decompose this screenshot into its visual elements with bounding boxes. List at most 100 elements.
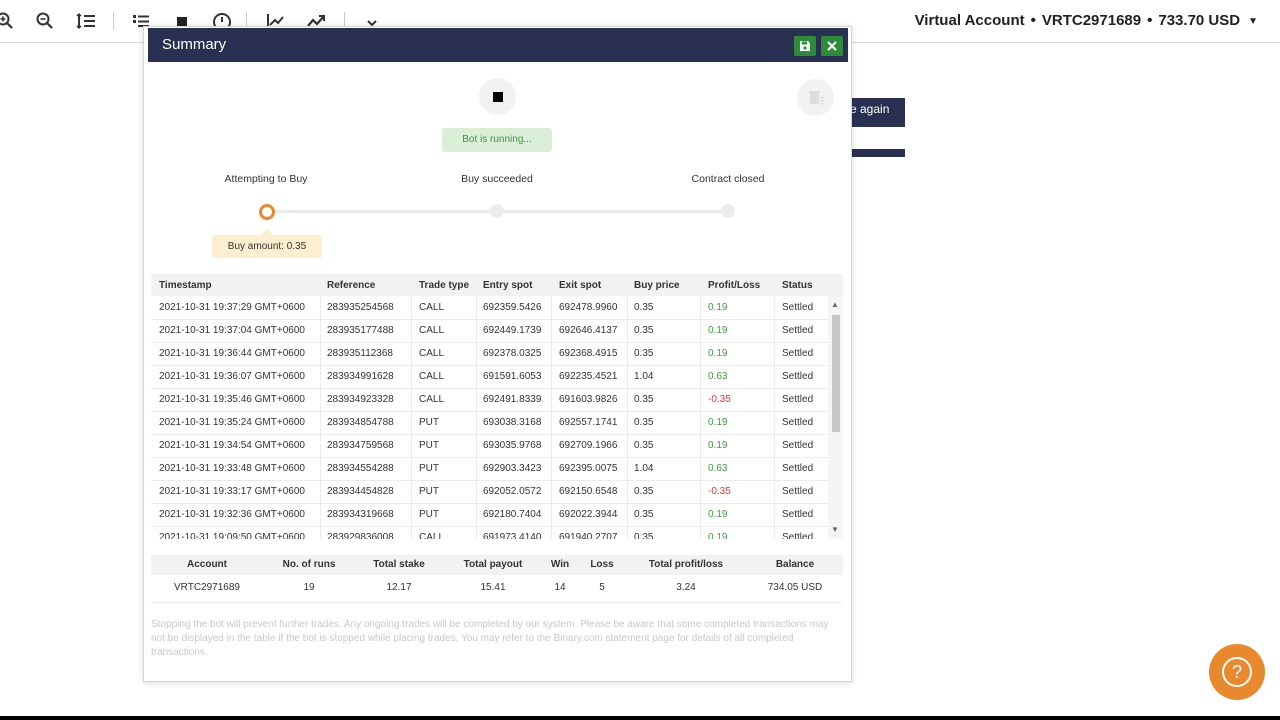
trash-icon	[808, 90, 824, 104]
transactions-body: 2021-10-31 19:37:29 GMT+0600 283935254568…	[151, 296, 828, 539]
sort-lines-icon[interactable]	[75, 10, 97, 32]
cell-reference: 283935254568	[327, 302, 394, 313]
cell-reference: 283934759568	[327, 440, 394, 451]
cell-reference: 283934319668	[327, 509, 394, 520]
cell-entry-spot: 692378.0325	[483, 348, 542, 359]
cell-profit-loss: 0.19	[708, 509, 728, 520]
scroll-thumb[interactable]	[832, 315, 840, 432]
sum-header-stake: Total stake	[373, 559, 425, 570]
cell-timestamp: 2021-10-31 19:32:36 GMT+0600	[159, 509, 305, 520]
cell-buy-price: 0.35	[634, 509, 654, 520]
col-header-timestamp: Timestamp	[159, 280, 212, 291]
help-button[interactable]: ?	[1209, 644, 1265, 700]
clear-stats-button[interactable]	[797, 79, 834, 116]
cell-profit-loss: 0.19	[708, 325, 728, 336]
cell-exit-spot: 692022.3944	[559, 509, 618, 520]
cell-entry-spot: 692449.1739	[483, 325, 542, 336]
cell-exit-spot: 692235.4521	[559, 371, 618, 382]
account-separator: •	[1147, 12, 1153, 29]
cell-profit-loss: 0.63	[708, 371, 728, 382]
run-again-label: e again	[850, 102, 890, 116]
cell-entry-spot: 691973.4140	[483, 532, 542, 539]
table-row: 2021-10-31 19:32:36 GMT+0600 283934319668…	[151, 503, 828, 527]
transactions-table: Timestamp Reference Trade type Entry spo…	[151, 274, 843, 539]
col-header-buy-price: Buy price	[634, 280, 680, 291]
account-id: VRTC2971689	[1041, 12, 1142, 29]
sum-header-loss: Loss	[590, 559, 614, 570]
save-button[interactable]	[794, 36, 816, 56]
cell-exit-spot: 692368.4915	[559, 348, 618, 359]
cell-status: Settled	[782, 302, 814, 313]
close-button[interactable]	[821, 36, 843, 56]
close-icon	[827, 41, 837, 51]
table-row: 2021-10-31 19:35:24 GMT+0600 283934854788…	[151, 411, 828, 435]
cell-status: Settled	[782, 463, 814, 474]
account-balance: 733.70 USD	[1158, 12, 1241, 29]
cell-timestamp: 2021-10-31 19:09:50 GMT+0600	[159, 532, 305, 539]
table-row: 2021-10-31 19:36:07 GMT+0600 283934991628…	[151, 365, 828, 389]
cell-status: Settled	[782, 509, 814, 520]
cell-status: Settled	[782, 417, 814, 428]
step-buy-succeeded-label: Buy succeeded	[461, 173, 533, 185]
account-switcher[interactable]: Virtual Account • VRTC2971689 • 733.70 USD ▼	[915, 12, 1258, 29]
cell-profit-loss: -0.35	[708, 486, 731, 497]
cell-exit-spot: 692557.1741	[559, 417, 618, 428]
table-row: 2021-10-31 19:35:46 GMT+0600 283934923328…	[151, 388, 828, 412]
cell-timestamp: 2021-10-31 19:36:44 GMT+0600	[159, 348, 305, 359]
col-header-trade-type: Trade type	[419, 280, 470, 291]
cell-buy-price: 1.04	[634, 463, 654, 474]
run-again-button[interactable]: e again	[848, 98, 905, 127]
cell-trade-type: PUT	[419, 486, 439, 497]
sum-header-profit: Total profit/loss	[648, 559, 724, 570]
zoom-out-icon[interactable]	[34, 10, 56, 32]
cell-entry-spot: 692180.7404	[483, 509, 542, 520]
cell-entry-spot: 692903.3423	[483, 463, 542, 474]
scroll-down-icon[interactable]: ▼	[831, 525, 839, 534]
transactions-header: Timestamp Reference Trade type Entry spo…	[151, 274, 843, 296]
sum-runs: 19	[303, 582, 315, 593]
cell-status: Settled	[782, 325, 814, 336]
cell-entry-spot: 692491.8339	[483, 394, 542, 405]
sum-header-payout: Total payout	[463, 559, 523, 570]
cell-timestamp: 2021-10-31 19:36:07 GMT+0600	[159, 371, 305, 382]
cell-status: Settled	[782, 486, 814, 497]
cell-exit-spot: 692709.1966	[559, 440, 618, 451]
cell-entry-spot: 691591.6053	[483, 371, 542, 382]
cell-profit-loss: 0.19	[708, 417, 728, 428]
cell-buy-price: 1.04	[634, 371, 654, 382]
sum-profit: 3.24	[676, 582, 696, 593]
cell-timestamp: 2021-10-31 19:35:24 GMT+0600	[159, 417, 305, 428]
save-icon	[800, 41, 810, 51]
sum-stake: 12.17	[386, 582, 412, 593]
cell-buy-price: 0.35	[634, 325, 654, 336]
sum-payout: 15.41	[480, 582, 506, 593]
sum-header-balance: Balance	[775, 559, 815, 570]
cell-entry-spot: 693035.9768	[483, 440, 542, 451]
cell-timestamp: 2021-10-31 19:37:29 GMT+0600	[159, 302, 305, 313]
table-row: 2021-10-31 19:37:04 GMT+0600 283935177488…	[151, 319, 828, 343]
cell-entry-spot: 693038.3168	[483, 417, 542, 428]
cell-timestamp: 2021-10-31 19:33:17 GMT+0600	[159, 486, 305, 497]
table-row: 2021-10-31 19:33:48 GMT+0600 283934554288…	[151, 457, 828, 481]
disclaimer-note: Stopping the bot will prevent further tr…	[151, 619, 829, 658]
sum-header-runs: No. of runs	[282, 559, 336, 570]
scroll-up-icon[interactable]: ▲	[831, 300, 839, 309]
cell-status: Settled	[782, 348, 814, 359]
sum-header-win: Win	[550, 559, 570, 570]
zoom-in-icon[interactable]	[0, 10, 16, 32]
cell-status: Settled	[782, 371, 814, 382]
account-label: Virtual Account	[914, 12, 1025, 29]
step-node	[490, 204, 504, 218]
sum-header-account: Account	[187, 559, 227, 570]
cell-profit-loss: 0.63	[708, 463, 728, 474]
cell-exit-spot: 692478.9960	[559, 302, 618, 313]
cell-entry-spot: 692359.5426	[483, 302, 542, 313]
cell-buy-price: 0.35	[634, 440, 654, 451]
table-scrollbar[interactable]: ▲ ▼	[828, 296, 843, 539]
cell-timestamp: 2021-10-31 19:37:04 GMT+0600	[159, 325, 305, 336]
cell-status: Settled	[782, 532, 814, 539]
stop-bot-button[interactable]	[479, 78, 516, 115]
col-header-entry-spot: Entry spot	[483, 280, 533, 291]
cell-reference: 283935177488	[327, 325, 394, 336]
cell-profit-loss: 0.19	[708, 302, 728, 313]
